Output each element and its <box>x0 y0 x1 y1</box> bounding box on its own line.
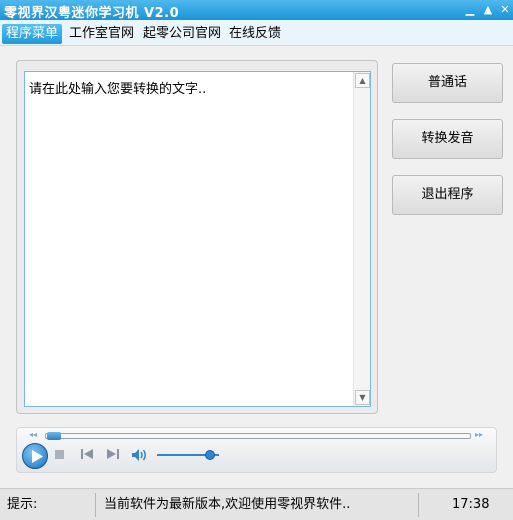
menu-studio-site[interactable]: 工作室官网 <box>65 24 138 44</box>
maximize-icon[interactable]: ▲ <box>480 2 496 18</box>
text-input[interactable]: 请在此处输入您要转换的文字.. ▲ ▼ <box>24 71 371 407</box>
menu-feedback[interactable]: 在线反馈 <box>225 24 285 44</box>
seek-bar[interactable] <box>45 433 471 439</box>
status-bar: 提示: 当前软件为最新版本,欢迎使用零视界软件.. 17:38 <box>0 488 513 520</box>
convert-pronunciation-button[interactable]: 转换发音 <box>392 119 503 159</box>
play-button[interactable] <box>22 443 48 469</box>
menu-program[interactable]: 程序菜单 <box>2 24 63 44</box>
text-panel: 请在此处输入您要转换的文字.. ▲ ▼ <box>16 60 378 414</box>
stop-icon[interactable] <box>55 450 64 459</box>
scroll-down-icon[interactable]: ▼ <box>355 390 370 405</box>
seek-forward-icon[interactable]: ▸▸ <box>475 430 483 439</box>
status-divider <box>95 493 96 517</box>
status-message: 当前软件为最新版本,欢迎使用零视界软件.. <box>104 497 351 512</box>
text-input-content: 请在此处输入您要转换的文字.. <box>29 82 207 97</box>
mandarin-button[interactable]: 普通话 <box>392 63 503 103</box>
window-title: 零视界汉粤迷你学习机 V2.0 <box>4 6 180 21</box>
close-icon[interactable]: ✕ <box>497 2 513 18</box>
status-hint-label: 提示: <box>7 497 38 512</box>
exit-program-button[interactable]: 退出程序 <box>392 175 503 215</box>
media-player: ◂◂ ▸▸ <box>16 427 497 473</box>
status-clock: 17:38 <box>452 497 490 512</box>
next-icon[interactable] <box>106 448 120 460</box>
vertical-scrollbar[interactable]: ▲ ▼ <box>353 72 370 406</box>
play-icon <box>32 450 43 463</box>
volume-icon[interactable] <box>131 448 149 462</box>
scroll-up-icon[interactable]: ▲ <box>355 73 370 88</box>
status-divider <box>418 493 419 517</box>
menu-company-site[interactable]: 起零公司官网 <box>139 24 225 44</box>
menu-bar: 程序菜单 工作室官网 起零公司官网 在线反馈 <box>0 20 513 46</box>
volume-thumb[interactable] <box>205 450 215 460</box>
seek-thumb[interactable] <box>47 432 61 440</box>
previous-icon[interactable] <box>80 448 94 460</box>
minimize-icon[interactable]: ▁ <box>462 2 478 18</box>
title-bar: 零视界汉粤迷你学习机 V2.0 ▁ ▲ ✕ <box>0 0 513 21</box>
seek-back-icon[interactable]: ◂◂ <box>29 430 37 439</box>
